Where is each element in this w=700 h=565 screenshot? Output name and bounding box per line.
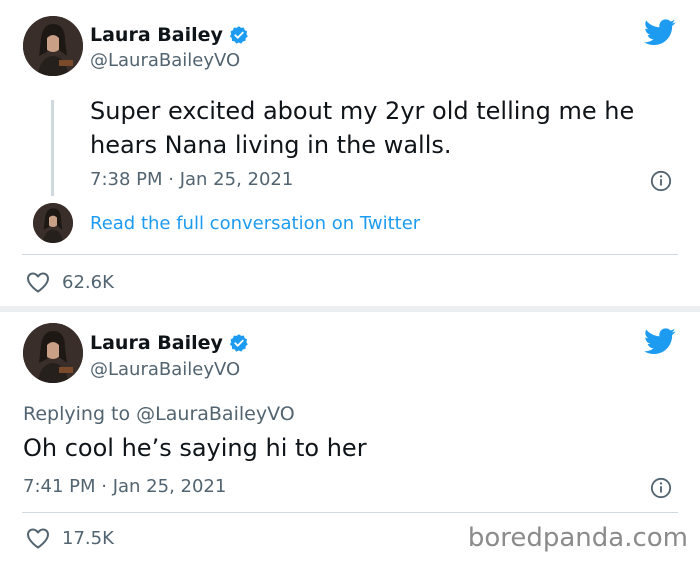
avatar-image xyxy=(23,16,83,76)
author-name[interactable]: Laura Bailey xyxy=(90,332,249,354)
small-avatar[interactable] xyxy=(33,203,73,243)
tweet-timestamp[interactable]: 7:38 PM · Jan 25, 2021 xyxy=(90,169,293,190)
heart-icon xyxy=(27,272,49,293)
watermark: boredpanda.com xyxy=(467,523,688,553)
thread-connector-line xyxy=(51,100,54,196)
heart-icon xyxy=(27,528,49,549)
replying-prefix: Replying to xyxy=(23,403,131,425)
tweet-card-1: Laura Bailey @LauraBaileyVO Super excite… xyxy=(0,0,700,306)
verified-badge-icon xyxy=(229,334,248,352)
author-avatar[interactable] xyxy=(23,16,83,76)
replying-to: Replying to @LauraBaileyVO xyxy=(23,403,295,425)
author-handle[interactable]: @LauraBaileyVO xyxy=(90,50,240,71)
separator xyxy=(22,512,678,513)
avatar-image xyxy=(23,323,83,383)
tweet-text: Oh cool he’s saying hi to her xyxy=(23,434,367,462)
info-icon[interactable] xyxy=(650,170,672,192)
separator xyxy=(22,254,678,255)
like-button[interactable]: 17.5K xyxy=(26,527,114,549)
author-name[interactable]: Laura Bailey xyxy=(90,24,249,46)
like-count: 17.5K xyxy=(62,527,114,549)
replying-handle-link[interactable]: @LauraBaileyVO xyxy=(136,403,295,425)
tweet-text: Super excited about my 2yr old telling m… xyxy=(90,97,635,159)
tweet-timestamp[interactable]: 7:41 PM · Jan 25, 2021 xyxy=(23,476,226,497)
author-name-text: Laura Bailey xyxy=(90,332,223,354)
avatar-image xyxy=(33,203,73,243)
verified-badge-icon xyxy=(229,26,248,44)
info-icon[interactable] xyxy=(650,477,672,499)
author-handle[interactable]: @LauraBaileyVO xyxy=(90,359,240,380)
author-avatar[interactable] xyxy=(23,323,83,383)
like-button[interactable]: 62.6K xyxy=(26,271,114,293)
read-conversation-link[interactable]: Read the full conversation on Twitter xyxy=(90,213,420,234)
twitter-bird-icon[interactable] xyxy=(644,328,676,355)
like-count: 62.6K xyxy=(62,271,114,293)
twitter-bird-icon[interactable] xyxy=(644,19,676,46)
author-name-text: Laura Bailey xyxy=(90,24,223,46)
